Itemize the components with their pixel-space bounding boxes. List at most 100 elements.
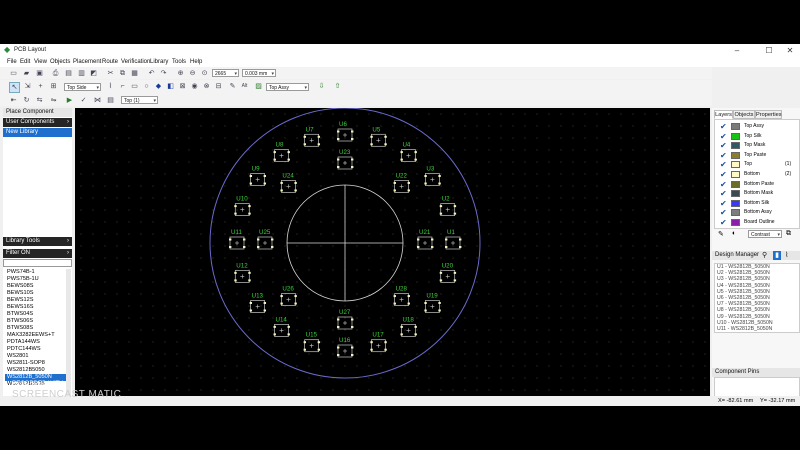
text-tool-icon[interactable]: Alt (240, 82, 249, 91)
rotate-icon[interactable]: ↻ (22, 96, 31, 105)
led-footprint[interactable]: U12 (234, 262, 251, 283)
zoom-fit-icon[interactable]: ⊙ (200, 69, 209, 78)
eye-icon[interactable]: ◐ (732, 230, 736, 237)
led-footprint[interactable]: U13 (249, 292, 267, 313)
drill-icon[interactable]: ⊗ (202, 82, 211, 91)
check-icon[interactable]: ✓ (79, 96, 88, 105)
place-tool-icon[interactable]: ⊞ (49, 82, 58, 91)
layer-color-swatch[interactable] (731, 123, 740, 130)
3d-view-icon[interactable]: ◩ (89, 69, 98, 78)
pin-icon[interactable]: ✎ (718, 230, 724, 238)
move-tool-icon[interactable]: ⇲ (23, 82, 32, 91)
side-combo[interactable]: Top Side ▾ (64, 83, 101, 91)
component-list-item[interactable]: WS2811-SOP8 (5, 360, 66, 367)
component-list-item[interactable]: PDTA144WS (5, 339, 66, 346)
checkbox-icon[interactable]: ✔ (720, 141, 727, 150)
layer-row[interactable]: ✔ Bottom Paste (719, 180, 799, 189)
flip-icon[interactable]: ⇆ (35, 96, 44, 105)
menu-help[interactable]: Help (190, 59, 202, 65)
led-footprint[interactable]: U24 (280, 172, 297, 193)
checkbox-icon[interactable]: ✔ (720, 189, 727, 198)
led-footprint[interactable]: U28 (393, 286, 410, 306)
user-components-header[interactable]: User Components › (3, 118, 72, 127)
maximize-button[interactable]: ☐ (760, 45, 778, 56)
export-gerber-icon[interactable]: ⇧ (333, 82, 342, 91)
led-footprint[interactable]: U3 (424, 166, 441, 186)
align-icon[interactable]: ⇤ (9, 96, 18, 105)
led-footprint[interactable]: U14 (273, 316, 290, 337)
net-icon[interactable]: ⋈ (93, 96, 102, 105)
zoom-out-icon[interactable]: ⊖ (188, 69, 197, 78)
layer-row[interactable]: ✔ Bottom Mask (719, 189, 799, 198)
led-footprint[interactable]: U10 (234, 196, 251, 216)
layer-row[interactable]: ✔ Top Assy (719, 122, 799, 131)
layer-color-swatch[interactable] (731, 142, 740, 150)
cut-icon[interactable]: ✂ (106, 69, 115, 78)
filter-input[interactable] (3, 259, 72, 267)
add-tool-icon[interactable]: + (36, 82, 45, 91)
led-footprint[interactable]: U11 (229, 229, 246, 250)
polygon-icon[interactable]: ◆ (154, 82, 163, 91)
component-list-item[interactable]: MAX3282EEWS+T (5, 332, 66, 339)
paste-icon[interactable]: ▦ (130, 69, 139, 78)
rect-icon[interactable]: ▭ (130, 82, 139, 91)
minimize-button[interactable]: – (728, 45, 746, 56)
list-scrollbar[interactable] (66, 269, 71, 406)
led-footprint[interactable]: U6 (337, 121, 354, 142)
active-layer-combo[interactable]: Top (1) ▾ (121, 96, 158, 104)
led-footprint[interactable]: U5 (370, 126, 387, 147)
layer-row[interactable]: ✔ Bottom Silk (719, 199, 799, 208)
checkbox-icon[interactable]: ✔ (720, 160, 727, 169)
component-list-item[interactable]: BTWS06S (5, 318, 66, 325)
layer-row[interactable]: ✔ Top Paste (719, 151, 799, 160)
layer-row[interactable]: ✔ Top Mask (719, 141, 799, 150)
close-button[interactable]: ✕ (781, 45, 799, 56)
copy-icon[interactable]: ⧉ (786, 230, 791, 238)
layer-color-swatch[interactable] (731, 209, 740, 217)
component-list-item[interactable]: BTWS08S (5, 325, 66, 332)
led-footprint[interactable]: U15 (303, 332, 321, 353)
layer-color-swatch[interactable] (731, 219, 740, 226)
via-icon[interactable]: ◉ (190, 82, 199, 91)
menu-file[interactable]: File (7, 59, 17, 65)
led-footprint[interactable]: U20 (439, 262, 457, 283)
menu-edit[interactable]: Edit (20, 59, 30, 65)
components-view-icon[interactable]: ▮ (773, 251, 781, 260)
save-icon[interactable]: ▣ (35, 69, 44, 78)
contrast-combo[interactable]: Contrast ▾ (748, 230, 782, 238)
led-footprint[interactable]: U25 (257, 229, 274, 250)
led-footprint[interactable]: U9 (249, 166, 267, 186)
select-tool-icon[interactable]: ↖ (9, 82, 20, 93)
led-footprint[interactable]: U2 (439, 196, 457, 216)
component-list-item[interactable]: BEWS08S (5, 283, 66, 290)
zoom-in-icon[interactable]: ⊕ (176, 69, 185, 78)
open-folder-icon[interactable]: ▰ (22, 69, 31, 78)
route-icon[interactable]: ⌐ (118, 82, 127, 91)
print-icon[interactable]: ⎙ (51, 69, 60, 78)
import-icon[interactable]: ⇩ (317, 82, 326, 91)
copy-icon[interactable]: ⧉ (118, 69, 127, 78)
led-footprint[interactable]: U27 (337, 309, 354, 330)
checkbox-icon[interactable]: ✔ (720, 132, 727, 141)
layer-combo[interactable]: Top Assy ▾ (266, 83, 309, 91)
checkbox-icon[interactable]: ✔ (720, 122, 727, 131)
fill-icon[interactable]: ◧ (166, 82, 175, 91)
drc-icon[interactable]: ⊠ (178, 82, 187, 91)
layer-color-swatch[interactable] (731, 161, 740, 169)
checkbox-icon[interactable]: ✔ (720, 208, 727, 217)
layer-row[interactable]: ✔ Bottom Assy (719, 208, 799, 217)
layer-color-swatch[interactable] (731, 132, 740, 140)
menu-library[interactable]: Library (150, 59, 168, 65)
led-footprint[interactable]: U17 (370, 332, 387, 353)
component-list-item[interactable]: BTWS04S (5, 311, 66, 318)
export-icon[interactable]: ▥ (77, 69, 86, 78)
tab-properties[interactable]: Properties (755, 110, 782, 119)
layer-row[interactable]: ✔ Top (1) (719, 160, 799, 169)
led-footprint[interactable]: U7 (303, 126, 321, 147)
mirror-icon[interactable]: ⇋ (49, 96, 58, 105)
led-footprint[interactable]: U21 (417, 229, 434, 250)
layer-color-swatch[interactable] (731, 199, 740, 207)
layer-row[interactable]: ✔ Bottom (2) (719, 170, 799, 179)
undo-icon[interactable]: ↶ (147, 69, 156, 78)
circle-icon[interactable]: ○ (142, 82, 151, 91)
